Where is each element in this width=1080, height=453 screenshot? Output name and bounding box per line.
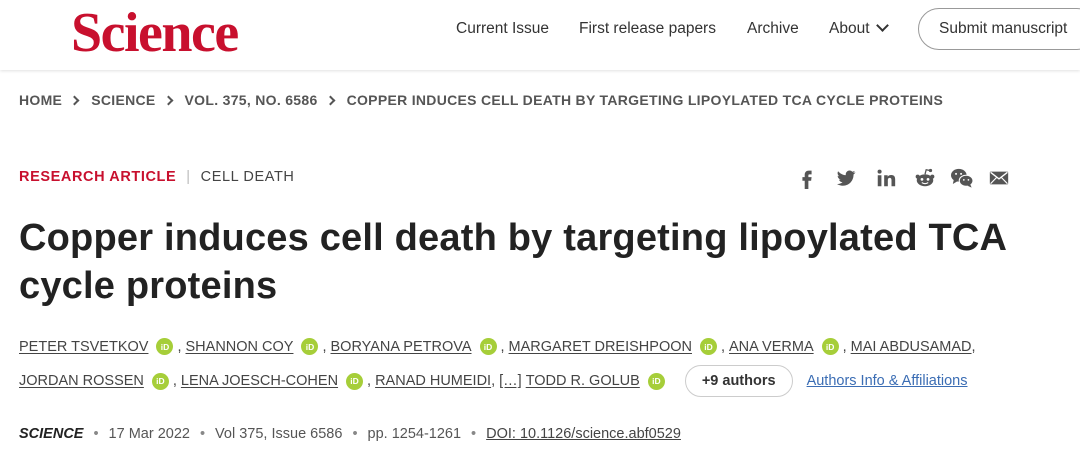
author-name[interactable]: RANAD HUMEIDI	[375, 373, 491, 389]
article-type: RESEARCH ARTICLE | CELL DEATH	[19, 169, 295, 185]
author-name[interactable]: JORDAN ROSSEN	[19, 373, 144, 389]
orcid-icon[interactable]: iD	[699, 338, 717, 355]
orcid-icon[interactable]: iD	[156, 338, 174, 355]
chevron-down-icon	[875, 19, 889, 32]
author-name[interactable]: TODD R. GOLUB	[526, 373, 640, 389]
author-name[interactable]: MAI ABDUSAMAD	[851, 339, 972, 355]
nav-archive[interactable]: Archive	[747, 20, 799, 38]
author-name[interactable]: LENA JOESCH-COHEN	[181, 373, 338, 389]
publication-date: 17 Mar 2022	[108, 426, 190, 442]
nav-first-release-papers[interactable]: First release papers	[579, 20, 716, 38]
more-authors-button[interactable]: +9 authors	[684, 365, 793, 397]
volume-issue: Vol 375, Issue 6586	[215, 426, 343, 442]
breadcrumb-current: COPPER INDUCES CELL DEATH BY TARGETING L…	[346, 92, 944, 108]
facebook-icon[interactable]	[796, 167, 818, 189]
author-name[interactable]: SHANNON COY	[186, 339, 294, 355]
wechat-icon[interactable]	[950, 167, 974, 189]
nav-about[interactable]: About	[829, 19, 889, 38]
page-range: pp. 1254-1261	[367, 426, 462, 442]
orcid-icon[interactable]: iD	[479, 338, 497, 355]
orcid-icon[interactable]: iD	[301, 338, 319, 355]
orcid-icon[interactable]: iD	[346, 372, 364, 390]
submit-manuscript-button[interactable]: Submit manuscript	[918, 8, 1080, 50]
linkedin-icon[interactable]	[875, 167, 897, 189]
article-type-primary[interactable]: RESEARCH ARTICLE	[19, 169, 176, 185]
author-ellipsis[interactable]: […]	[499, 373, 522, 389]
article-title: Copper induces cell death by targeting l…	[19, 217, 1006, 307]
site-header: Science Current Issue First release pape…	[0, 0, 1080, 70]
orcid-icon[interactable]: iD	[647, 372, 665, 390]
author-name[interactable]: PETER TSVETKOV	[19, 339, 148, 355]
breadcrumb-home[interactable]: HOME	[19, 92, 62, 108]
author-name[interactable]: BORYANA PETROVA	[331, 339, 472, 355]
email-icon[interactable]	[988, 167, 1010, 189]
article-type-secondary[interactable]: CELL DEATH	[201, 169, 295, 185]
breadcrumb-volume[interactable]: VOL. 375, NO. 6586	[185, 92, 318, 108]
authors-info-affiliations-link[interactable]: Authors Info & Affiliations	[807, 373, 968, 389]
orcid-icon[interactable]: iD	[151, 372, 169, 390]
journal-name[interactable]: SCIENCE	[19, 426, 83, 442]
chevron-right-icon	[163, 95, 173, 105]
nav-about-label: About	[829, 20, 870, 37]
orcid-icon[interactable]: iD	[821, 338, 839, 355]
author-row-2: JORDAN ROSSEN iD, LENA JOESCH-COHEN iD, RA…	[19, 365, 968, 397]
nav-current-issue[interactable]: Current Issue	[456, 20, 549, 38]
breadcrumb: HOME SCIENCE VOL. 375, NO. 6586 COPPER I…	[19, 92, 943, 108]
twitter-icon[interactable]	[835, 167, 857, 189]
author-name[interactable]: ANA VERMA	[729, 339, 814, 355]
article-meta: SCIENCE • 17 Mar 2022 • Vol 375, Issue 6…	[19, 426, 681, 442]
author-row-1: PETER TSVETKOV iD, SHANNON COY iD, BORYANA…	[19, 338, 976, 355]
chevron-right-icon	[325, 95, 336, 105]
meta-separator: •	[93, 426, 99, 442]
reddit-icon[interactable]	[914, 167, 936, 189]
article-type-divider: |	[186, 169, 191, 185]
breadcrumb-science[interactable]: SCIENCE	[91, 92, 155, 108]
meta-separator: •	[199, 426, 206, 442]
chevron-right-icon	[69, 95, 80, 105]
meta-separator: •	[471, 426, 477, 442]
author-name[interactable]: MARGARET DREISHPOON	[509, 339, 692, 355]
science-logo[interactable]: Science	[71, 3, 239, 63]
doi-link[interactable]: DOI: 10.1126/science.abf0529	[486, 426, 681, 442]
meta-separator: •	[352, 426, 358, 442]
